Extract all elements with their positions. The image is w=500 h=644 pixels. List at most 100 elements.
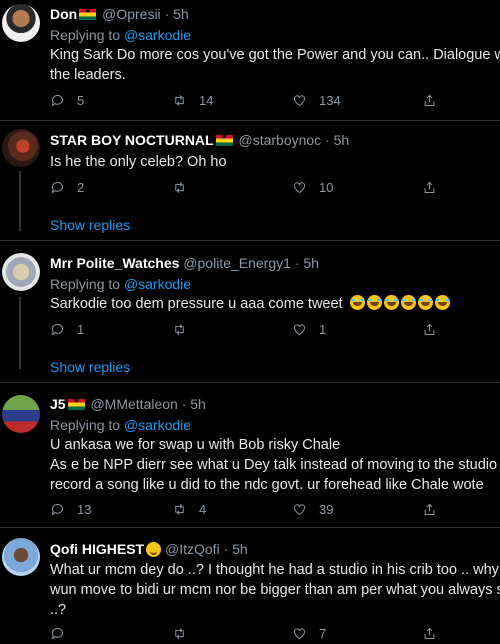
retweet-button[interactable] [172, 180, 199, 195]
avatar[interactable] [2, 538, 40, 576]
tweet[interactable]: J5 @MMettaleon · 5h Replying to @sarkodi… [0, 383, 500, 526]
tweet-actions: 2 10 [50, 180, 500, 198]
tweet-actions: 13 4 39 [50, 502, 500, 520]
timestamp[interactable]: · 5h [224, 541, 248, 557]
display-name[interactable]: J5 [50, 396, 66, 412]
display-name[interactable]: Qofi HIGHEST [50, 541, 144, 557]
reply-icon [51, 504, 63, 516]
tweet-line: What ur mcm dey do ..? I thought he had … [50, 562, 500, 578]
display-name[interactable]: Don [50, 6, 77, 22]
like-button[interactable]: 7 [292, 626, 326, 641]
tweet[interactable]: STAR BOY NOCTURNAL @starboynoc · 5h Is h… [0, 121, 500, 239]
reply-button[interactable]: 1 [50, 322, 84, 337]
laughing-emoji-icon [366, 295, 382, 310]
tweet-text: Sarkodie too dem pressure u aaa come twe… [50, 294, 500, 314]
tweet-text: King Sark Do more cos you've got the Pow… [50, 45, 500, 85]
timestamp[interactable]: · 5h [182, 396, 206, 412]
tweet[interactable]: Mrr Polite_Watches @polite_Energy1 · 5h … [0, 241, 500, 381]
share-icon [424, 323, 435, 335]
replying-to-label: Replying to [50, 27, 121, 43]
reply-icon [51, 324, 63, 336]
reply-icon [51, 182, 63, 194]
reply-button[interactable]: 13 [50, 502, 91, 517]
smile-emoji-icon [146, 542, 162, 557]
avatar[interactable] [2, 395, 40, 433]
retweet-count: 4 [199, 502, 207, 517]
retweet-button[interactable]: 14 [172, 93, 213, 108]
ghana-flag-icon [215, 132, 233, 146]
mention-link[interactable]: @sarkodie [124, 276, 191, 292]
ghana-flag-icon [67, 396, 85, 410]
reply-count: 5 [77, 93, 85, 108]
user-handle[interactable]: @starboynoc [238, 132, 321, 148]
tweet-header: STAR BOY NOCTURNAL @starboynoc · 5h [50, 132, 349, 148]
like-button[interactable]: 134 [292, 93, 341, 108]
heart-icon [294, 504, 305, 516]
tweet-line: U ankasa we for swap u with Bob risky Ch… [50, 437, 341, 453]
reply-icon [51, 628, 63, 640]
reply-button[interactable] [50, 626, 77, 641]
tweet-text: U ankasa we for swap u with Bob risky Ch… [50, 435, 500, 495]
timestamp[interactable]: · 5h [325, 132, 349, 148]
retweet-count: 14 [199, 93, 214, 108]
display-name[interactable]: STAR BOY NOCTURNAL [50, 132, 214, 148]
tweet-text: Is he the only celeb? Oh ho [50, 152, 500, 172]
avatar[interactable] [2, 129, 40, 167]
tweet-line: King Sark Do more cos you've got the Pow… [50, 47, 500, 63]
retweet-button[interactable]: 4 [172, 502, 206, 517]
share-button[interactable] [422, 180, 437, 195]
retweet-button[interactable] [172, 626, 199, 641]
laughing-emoji-icon [434, 295, 450, 310]
heart-icon [294, 182, 305, 194]
like-button[interactable]: 10 [292, 180, 333, 195]
user-handle[interactable]: @MMettaleon [90, 396, 177, 412]
avatar[interactable] [2, 253, 40, 291]
avatar[interactable] [2, 4, 40, 42]
timestamp[interactable]: · 5h [165, 6, 189, 22]
thread-line [19, 297, 21, 369]
reply-count: 1 [77, 322, 85, 337]
share-button[interactable] [422, 322, 437, 337]
share-button[interactable] [422, 626, 437, 641]
share-button[interactable] [422, 502, 437, 517]
laughing-emoji-icon [349, 295, 365, 310]
like-count: 1 [319, 322, 327, 337]
user-handle[interactable]: @ItzQofi [165, 541, 220, 557]
retweet-icon [175, 504, 184, 515]
like-count: 39 [319, 502, 334, 517]
show-replies-link[interactable]: Show replies [50, 359, 130, 375]
tweet-header: Mrr Polite_Watches @polite_Energy1 · 5h [50, 255, 319, 271]
tweet-actions: 1 1 [50, 322, 500, 340]
tweet-line: ..? [50, 602, 67, 618]
share-button[interactable] [422, 93, 437, 108]
like-count: 134 [319, 93, 341, 108]
laughing-emoji-icon [417, 295, 433, 310]
replying-to: Replying to @sarkodie [50, 27, 191, 43]
tweet-line: record a song like u did to the ndc govt… [50, 477, 484, 493]
timestamp[interactable]: · 5h [295, 255, 319, 271]
mention-link[interactable]: @sarkodie [124, 27, 191, 43]
tweet-header: Qofi HIGHEST @ItzQofi · 5h [50, 541, 248, 557]
user-handle[interactable]: @polite_Energy1 [183, 255, 291, 271]
tweet-header: Don @Opresii · 5h [50, 6, 189, 22]
tweet[interactable]: Don @Opresii · 5h Replying to @sarkodie … [0, 0, 500, 120]
share-icon [424, 181, 435, 193]
like-count: 10 [319, 180, 334, 195]
like-button[interactable]: 39 [292, 502, 333, 517]
reply-icon [51, 95, 63, 107]
ghana-flag-icon [79, 6, 97, 20]
user-handle[interactable]: @Opresii [102, 6, 161, 22]
reply-button[interactable]: 5 [50, 93, 84, 108]
tweet-header: J5 @MMettaleon · 5h [50, 396, 206, 412]
like-button[interactable]: 1 [292, 322, 326, 337]
display-name[interactable]: Mrr Polite_Watches [50, 255, 179, 271]
tweet[interactable]: Qofi HIGHEST @ItzQofi · 5h What ur mcm d… [0, 528, 500, 644]
show-replies-link[interactable]: Show replies [50, 217, 130, 233]
reply-button[interactable]: 2 [50, 180, 84, 195]
laughing-emoji-icons [349, 295, 452, 312]
tweet-actions: 7 [50, 626, 500, 644]
heart-icon [294, 324, 305, 336]
retweet-button[interactable] [172, 322, 199, 337]
mention-link[interactable]: @sarkodie [124, 417, 191, 433]
laughing-emoji-icon [383, 295, 399, 310]
